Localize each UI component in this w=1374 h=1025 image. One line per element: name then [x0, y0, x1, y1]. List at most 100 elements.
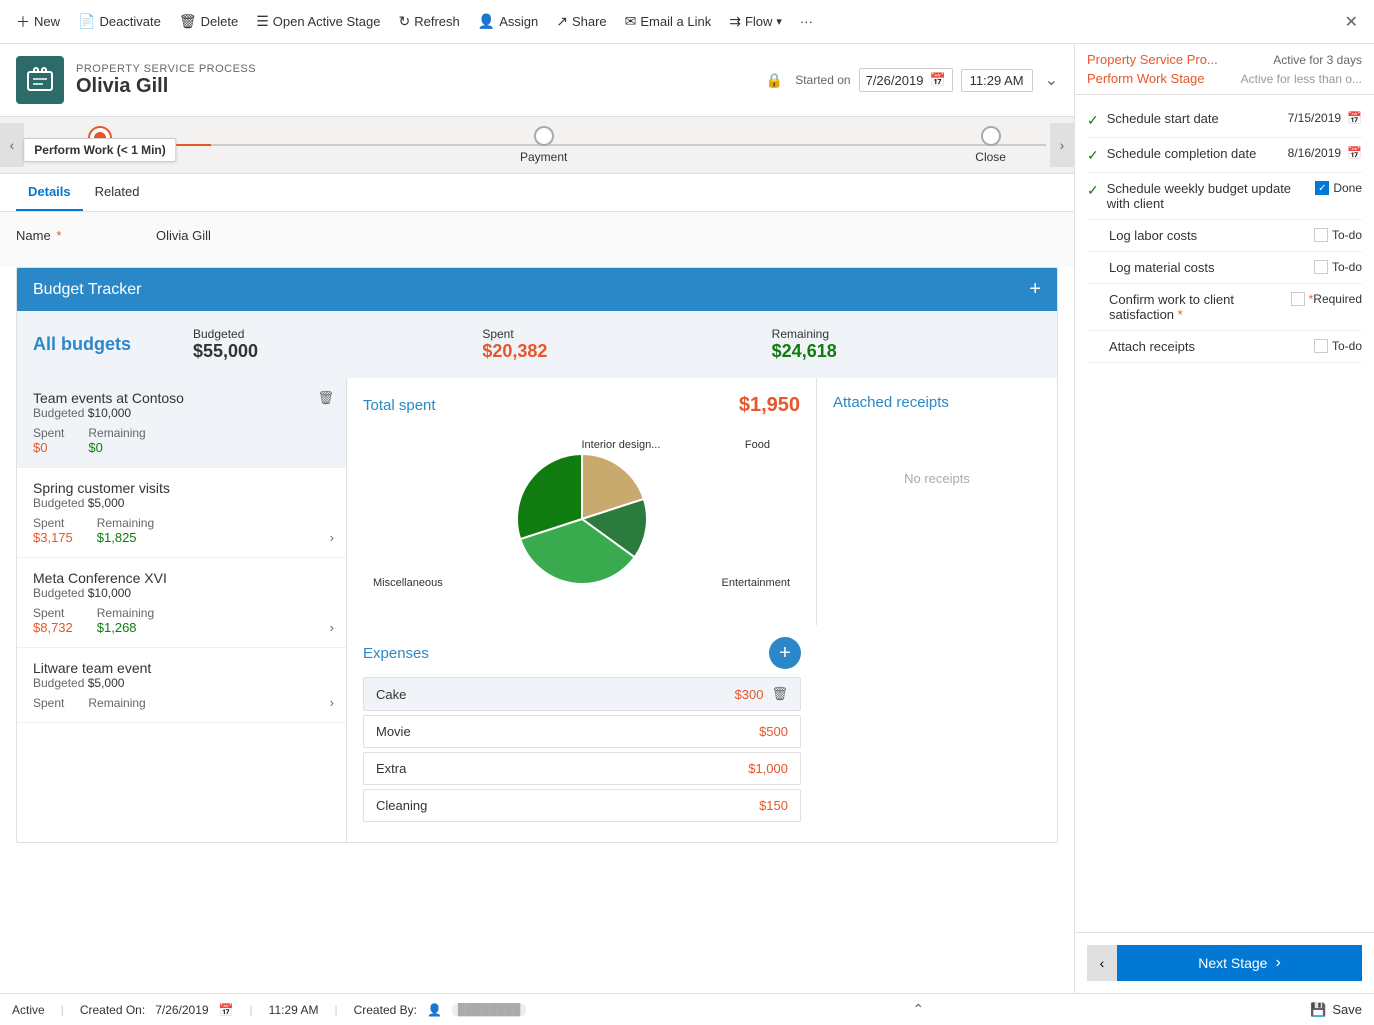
tabs: Details Related [0, 174, 1074, 212]
name-label: Name * [16, 228, 156, 243]
check-checkbox-control[interactable]: To-do [1314, 228, 1362, 242]
created-by: Created By: 👤 ████████ [354, 1003, 527, 1017]
tab-related[interactable]: Related [83, 174, 152, 211]
delete-button[interactable]: 🗑 Delete [171, 9, 246, 34]
check-date-value: 8/16/2019 [1288, 146, 1341, 160]
check-checkbox[interactable] [1291, 292, 1305, 306]
check-checkbox[interactable]: ✓ [1315, 181, 1329, 195]
budget-item-spent: $8,732 [33, 620, 73, 635]
lock-icon: 🔒 [766, 72, 783, 89]
expense-row[interactable]: Extra $1,000 [363, 752, 801, 785]
next-stage-row: ‹ Next Stage › [1075, 932, 1374, 993]
budgeted-label: Budgeted [193, 327, 462, 341]
check-checkbox-control[interactable]: To-do [1314, 260, 1362, 274]
email-link-button[interactable]: ✉ Email a Link [617, 9, 720, 34]
next-stage-icon: › [1275, 954, 1280, 972]
check-item: Log labor costs To-do [1087, 220, 1362, 252]
more-button[interactable]: ··· [792, 10, 821, 33]
stage-nav-left-button[interactable]: ‹ [0, 123, 24, 167]
next-stage-button[interactable]: Next Stage › [1117, 945, 1362, 981]
check-checkbox[interactable] [1314, 339, 1328, 353]
email-link-icon: ✉ [625, 13, 637, 30]
panel-title[interactable]: Property Service Pro... [1087, 52, 1218, 67]
required-star: * [56, 228, 61, 243]
budget-summary: All budgets Budgeted $55,000 Spent $20,3… [17, 311, 1057, 378]
budget-list-item[interactable]: Meta Conference XVI Budgeted $10,000 Spe… [17, 558, 346, 648]
deactivate-button[interactable]: 📄 Deactivate [70, 9, 169, 34]
created-on-time: 11:29 AM [269, 1003, 319, 1017]
check-date-control[interactable]: 8/16/2019 📅 [1288, 146, 1362, 160]
started-on-label: Started on [795, 73, 850, 87]
budget-item-amounts: Spent $8,732 Remaining $1,268 [33, 606, 330, 635]
spent-label: Spent [482, 327, 751, 341]
record-meta: PROPERTY SERVICE PROCESS Olivia Gill [76, 63, 766, 98]
receipts-section: Attached receipts No receipts [817, 378, 1057, 842]
collapse-icon[interactable]: ⌄ [1045, 70, 1058, 90]
check-checkbox-control[interactable]: ✓ Done [1315, 181, 1362, 195]
spent-col: Spent $20,382 [482, 327, 751, 362]
open-active-stage-button[interactable]: ☰ Open Active Stage [248, 9, 388, 34]
flow-button[interactable]: ⇉ Flow ▾ [721, 9, 790, 34]
refresh-button[interactable]: ↻ Refresh [390, 9, 467, 34]
check-label-text: Schedule weekly budget update with clien… [1107, 181, 1316, 211]
budget-item-arrow-icon[interactable]: › [330, 530, 334, 545]
tab-details[interactable]: Details [16, 174, 83, 211]
check-checkbox-control[interactable]: *Required [1291, 292, 1362, 306]
budget-detail: Total spent $1,950 Interior design... Fo… [347, 378, 817, 625]
budget-item-budgeted: Budgeted $5,000 [33, 676, 330, 690]
check-checkbox[interactable] [1314, 228, 1328, 242]
check-complete-icon: ✓ [1087, 112, 1099, 129]
budget-item-arrow-icon[interactable]: › [330, 695, 334, 710]
check-status-value: To-do [1332, 228, 1362, 242]
check-item: ✓ Schedule weekly budget update with cli… [1087, 173, 1362, 220]
check-complete-icon: ✓ [1087, 182, 1099, 199]
expense-row[interactable]: Movie $500 [363, 715, 801, 748]
assign-icon: 👤 [478, 13, 495, 30]
back-button[interactable]: ‹ [1087, 945, 1117, 981]
budget-item-arrow-icon[interactable]: › [330, 620, 334, 635]
share-button[interactable]: ↗ Share [548, 9, 614, 34]
check-checkbox-control[interactable]: To-do [1314, 339, 1362, 353]
stage-perform-work[interactable]: Perform Work (< 1 Min) [88, 126, 112, 164]
budget-list-item[interactable]: Litware team event Budgeted $5,000 Spent… [17, 648, 346, 723]
pie-chart-svg [502, 439, 662, 599]
expense-row[interactable]: Cleaning $150 [363, 789, 801, 822]
created-on: Created On: 7/26/2019 📅 [80, 1003, 234, 1017]
add-expense-button[interactable]: + [769, 637, 801, 669]
close-button[interactable]: ✕ [1337, 8, 1366, 36]
assign-button[interactable]: 👤 Assign [470, 9, 546, 34]
expense-row[interactable]: Cake $300 🗑 [363, 677, 801, 711]
budget-item-amounts: Spent Remaining [33, 696, 330, 710]
expand-button[interactable]: ⌃ [912, 1001, 924, 1018]
user-icon: 👤 [427, 1003, 442, 1017]
budget-list-item[interactable]: Spring customer visits Budgeted $5,000 S… [17, 468, 346, 558]
stage-payment[interactable]: Payment [520, 126, 567, 164]
stage-bar-container: ‹ Perform Work (< 1 Min) [0, 117, 1074, 174]
new-button[interactable]: ＋ New [8, 8, 68, 36]
check-label-text: Log material costs [1109, 260, 1314, 275]
panel-stage-sub: Active for less than o... [1241, 72, 1362, 86]
check-date-control[interactable]: 7/15/2019 📅 [1288, 111, 1362, 125]
panel-stage-title[interactable]: Perform Work Stage [1087, 71, 1205, 86]
budget-item-budgeted: Budgeted $10,000 [33, 406, 330, 420]
remaining-col: Remaining $24,618 [772, 327, 1041, 362]
new-icon: ＋ [16, 12, 30, 32]
time-field[interactable]: 11:29 AM [961, 69, 1033, 92]
check-item: ✓ Schedule start date 7/15/2019 📅 [1087, 103, 1362, 138]
flow-icon: ⇉ [729, 13, 741, 30]
budget-add-button[interactable]: + [1029, 278, 1041, 301]
remaining-value: $24,618 [772, 341, 1041, 362]
stage-close[interactable]: Close [975, 126, 1006, 164]
expense-delete-icon[interactable]: 🗑 [771, 686, 788, 702]
record-dates: 🔒 Started on 7/26/2019 📅 11:29 AM [766, 68, 1033, 92]
budget-item-amounts: Spent $3,175 Remaining $1,825 [33, 516, 330, 545]
save-button[interactable]: 💾 Save [1310, 1002, 1362, 1018]
stage-nav-right-button[interactable]: › [1050, 123, 1074, 167]
check-calendar-icon: 📅 [1347, 111, 1362, 125]
budget-item-delete-icon[interactable]: 🗑 [317, 390, 334, 406]
check-checkbox[interactable] [1314, 260, 1328, 274]
budget-list-item[interactable]: Team events at Contoso Budgeted $10,000 … [17, 378, 346, 468]
date-field[interactable]: 7/26/2019 📅 [859, 68, 953, 92]
stage-close-label: Close [975, 150, 1006, 164]
total-spent-label: Total spent [363, 397, 436, 414]
